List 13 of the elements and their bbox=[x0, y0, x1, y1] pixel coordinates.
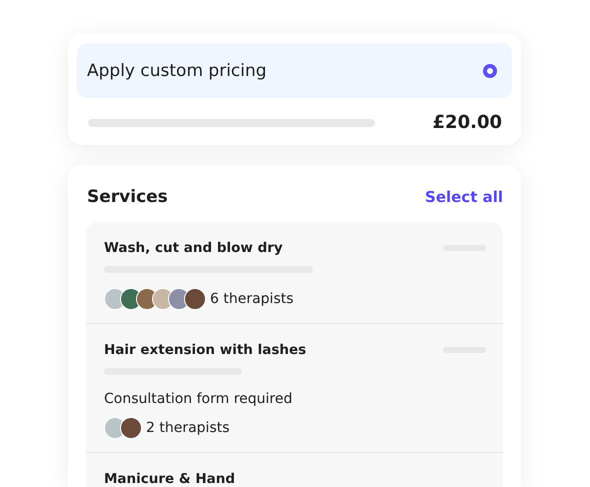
avatar bbox=[184, 288, 206, 310]
avatar bbox=[120, 417, 142, 439]
therapist-count: 2 therapists bbox=[146, 420, 230, 436]
section-title: Services bbox=[87, 187, 168, 207]
radio-button[interactable] bbox=[483, 64, 497, 78]
custom-pricing-option[interactable]: Apply custom pricing bbox=[77, 43, 512, 98]
service-name: Wash, cut and blow dry bbox=[104, 240, 283, 256]
therapist-count: 6 therapists bbox=[210, 291, 294, 307]
service-name: Hair extension with lashes bbox=[104, 342, 306, 358]
service-note: Consultation form required bbox=[104, 391, 294, 407]
service-name: Manicure & Hand bbox=[104, 471, 236, 487]
price: £20.00 bbox=[432, 112, 502, 133]
select-all-link[interactable]: Select all bbox=[425, 188, 503, 206]
